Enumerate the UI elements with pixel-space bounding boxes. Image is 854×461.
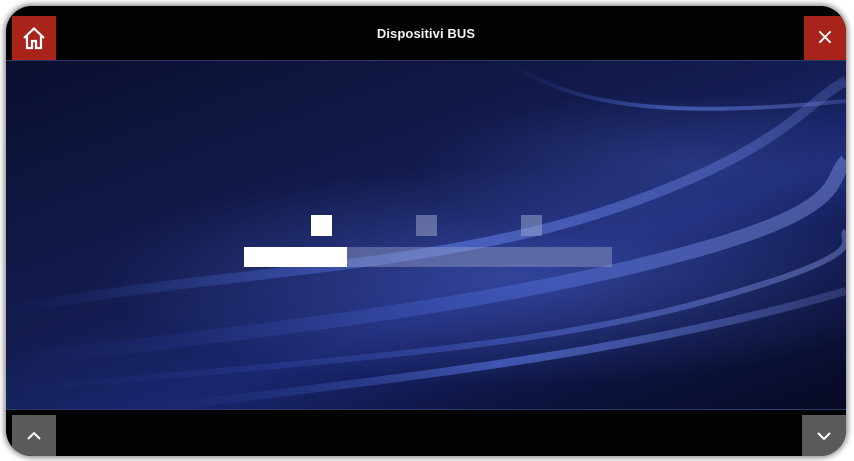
scroll-up-button[interactable] [12, 415, 56, 456]
loading-screen [6, 61, 846, 409]
close-icon: × [815, 25, 835, 50]
progress-bar [244, 247, 612, 267]
chevron-up-icon [27, 431, 41, 440]
loading-dot [521, 215, 542, 236]
top-bar: Dispositivi BUS × [6, 6, 846, 61]
page-title: Dispositivi BUS [376, 26, 476, 41]
loading-dot [311, 215, 332, 236]
scroll-down-button[interactable] [802, 415, 846, 456]
loading-dot [416, 215, 437, 236]
close-button[interactable]: × [804, 16, 846, 60]
chevron-down-icon [817, 432, 831, 441]
bottom-bar [6, 409, 846, 456]
progress-fill [244, 247, 348, 267]
loading-indicator [6, 215, 846, 237]
device-frame: Dispositivi BUS × [6, 6, 846, 456]
